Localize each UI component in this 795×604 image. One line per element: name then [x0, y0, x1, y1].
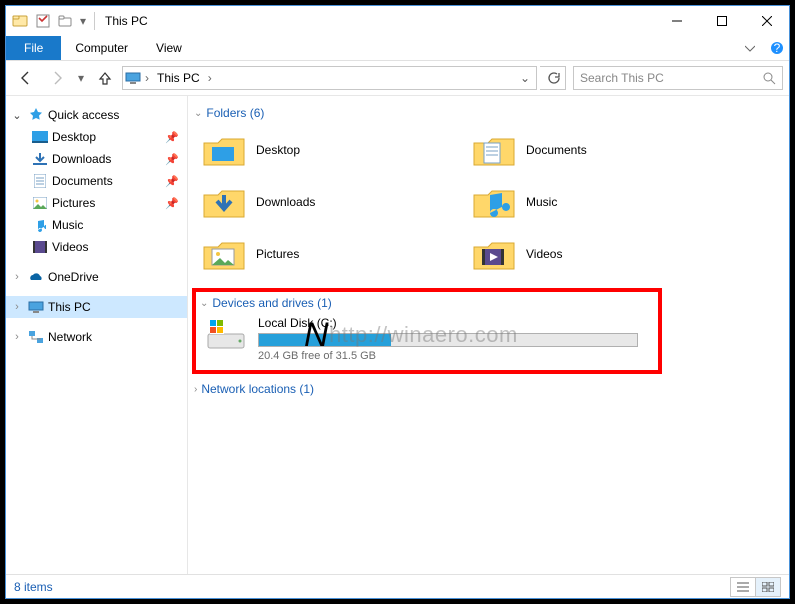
title-bar: ▾ This PC: [6, 6, 789, 36]
status-bar: 8 items: [6, 574, 789, 598]
drive-label: Local Disk (C:): [258, 316, 652, 330]
documents-folder-icon: [472, 130, 516, 170]
ribbon-tab-computer[interactable]: Computer: [61, 36, 142, 60]
tree-node-pictures[interactable]: Pictures📌: [6, 192, 187, 214]
qat-new-folder-button[interactable]: [54, 10, 76, 32]
drive-usage-bar: [258, 333, 638, 347]
documents-icon: [32, 173, 48, 189]
up-button[interactable]: [91, 65, 119, 91]
status-item-count: 8 items: [14, 580, 53, 594]
address-dropdown-icon[interactable]: ›: [208, 71, 212, 85]
tree-node-videos[interactable]: Videos: [6, 236, 187, 258]
pin-icon: 📌: [165, 153, 179, 166]
chevron-right-icon: ›: [194, 384, 197, 395]
pictures-folder-icon: [202, 234, 246, 274]
address-bar[interactable]: › This PC › ⌄: [122, 66, 537, 90]
folder-videos[interactable]: Videos: [468, 230, 718, 278]
drive-local-c[interactable]: Local Disk (C:) 20.4 GB free of 31.5 GB: [204, 316, 652, 362]
network-icon: [28, 329, 44, 345]
star-icon: [28, 107, 44, 123]
downloads-icon: [32, 151, 48, 167]
address-history-button[interactable]: ⌄: [516, 71, 534, 85]
ribbon-tab-view[interactable]: View: [142, 36, 196, 60]
recent-locations-button[interactable]: ▾: [74, 65, 88, 91]
folder-documents[interactable]: Documents: [468, 126, 718, 174]
drive-free-text: 20.4 GB free of 31.5 GB: [258, 350, 652, 362]
file-tab[interactable]: File: [6, 36, 61, 60]
music-icon: [32, 217, 48, 233]
chevron-down-icon: ⌄: [200, 298, 208, 309]
separator: [94, 12, 95, 30]
ribbon: File Computer View ?: [6, 36, 789, 61]
content-pane: ⌄ Folders (6) Desktop Documents Download…: [188, 96, 789, 574]
chevron-right-icon[interactable]: ›: [10, 301, 24, 313]
tree-node-downloads[interactable]: Downloads📌: [6, 148, 187, 170]
breadcrumb-this-pc[interactable]: This PC: [153, 71, 204, 85]
view-details-button[interactable]: [730, 577, 756, 597]
close-button[interactable]: [744, 6, 789, 36]
tree-node-documents[interactable]: Documents📌: [6, 170, 187, 192]
pc-icon: [28, 299, 44, 315]
desktop-folder-icon: [202, 130, 246, 170]
pictures-icon: [32, 195, 48, 211]
tree-node-music[interactable]: Music: [6, 214, 187, 236]
pin-icon: 📌: [165, 197, 179, 210]
folder-music[interactable]: Music: [468, 178, 718, 226]
folder-downloads[interactable]: Downloads: [198, 178, 448, 226]
chevron-down-icon: ⌄: [194, 108, 202, 119]
qat-customize-button[interactable]: ▾: [76, 10, 90, 32]
chevron-right-icon[interactable]: ›: [10, 271, 24, 283]
tree-quick-access: ⌄ Quick access Desktop📌 Downloads📌 Docum…: [6, 104, 187, 258]
body: ⌄ Quick access Desktop📌 Downloads📌 Docum…: [6, 95, 789, 574]
nav-row: ▾ › This PC › ⌄: [6, 61, 789, 95]
desktop-icon: [32, 129, 48, 145]
maximize-button[interactable]: [699, 6, 744, 36]
ribbon-expand-button[interactable]: [735, 36, 765, 60]
tree-node-quick-access[interactable]: ⌄ Quick access: [6, 104, 187, 126]
music-folder-icon: [472, 182, 516, 222]
pin-icon: 📌: [165, 175, 179, 188]
section-folders-header[interactable]: ⌄ Folders (6): [194, 106, 785, 120]
refresh-button[interactable]: [540, 66, 566, 90]
drive-icon: [204, 316, 248, 352]
navigation-pane: ⌄ Quick access Desktop📌 Downloads📌 Docum…: [6, 96, 188, 574]
chevron-right-icon[interactable]: ›: [10, 331, 24, 343]
window-title: This PC: [105, 14, 148, 28]
drive-info: Local Disk (C:) 20.4 GB free of 31.5 GB: [258, 316, 652, 362]
pc-icon: [125, 70, 141, 86]
chevron-down-icon[interactable]: ⌄: [10, 109, 24, 122]
folder-desktop[interactable]: Desktop: [198, 126, 448, 174]
folder-pictures[interactable]: Pictures: [198, 230, 448, 278]
pin-icon: 📌: [165, 131, 179, 144]
videos-icon: [32, 239, 48, 255]
minimize-button[interactable]: [654, 6, 699, 36]
search-icon: [762, 71, 776, 85]
tree-node-desktop[interactable]: Desktop📌: [6, 126, 187, 148]
address-dropdown-icon[interactable]: ›: [145, 71, 149, 85]
search-input[interactable]: [580, 71, 762, 85]
search-box[interactable]: [573, 66, 783, 90]
tree-node-this-pc[interactable]: › This PC: [6, 296, 187, 318]
videos-folder-icon: [472, 234, 516, 274]
qat-properties-button[interactable]: [32, 10, 54, 32]
section-drives-header[interactable]: ⌄ Devices and drives (1): [200, 296, 652, 310]
onedrive-icon: [28, 269, 44, 285]
forward-button[interactable]: [43, 65, 71, 91]
help-button[interactable]: ?: [765, 36, 789, 60]
view-large-icons-button[interactable]: [755, 577, 781, 597]
explorer-window: ▾ This PC File Computer View ? ▾ › This …: [5, 5, 790, 599]
svg-text:?: ?: [774, 41, 781, 55]
section-network-header[interactable]: › Network locations (1): [194, 382, 785, 396]
tree-node-network[interactable]: › Network: [6, 326, 187, 348]
downloads-folder-icon: [202, 182, 246, 222]
folders-grid: Desktop Documents Downloads Music Pictur…: [198, 126, 785, 278]
highlight-box: ⌄ Devices and drives (1) Local Disk (C:)…: [192, 288, 662, 374]
tree-label: Quick access: [48, 108, 119, 122]
tree-node-onedrive[interactable]: › OneDrive: [6, 266, 187, 288]
back-button[interactable]: [12, 65, 40, 91]
app-icon: [12, 13, 28, 29]
